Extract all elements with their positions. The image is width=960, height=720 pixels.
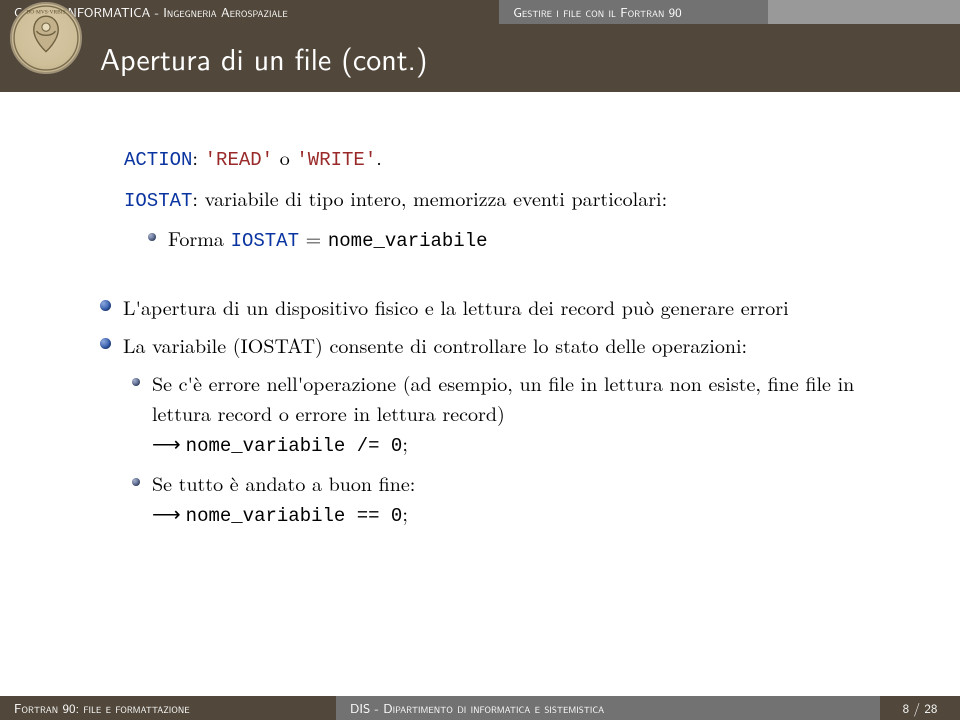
action-or: o	[273, 142, 296, 171]
bullet-icon	[148, 233, 156, 241]
bullet-icon	[100, 338, 111, 349]
bullet-2b-code: nome_variabile == 0	[186, 505, 403, 527]
bullet-2b-semi: ;	[402, 498, 408, 527]
bullet-2a-text: Se c'è errore nell'operazione (ad esempi…	[152, 368, 854, 427]
iostat-line: IOSTAT: variabile di tipo intero, memori…	[124, 183, 900, 216]
arrow-icon: ⟶	[152, 504, 186, 526]
bullet-icon	[132, 378, 140, 386]
bullet-2b-text: Se tutto è andato a buon fine:	[152, 468, 415, 497]
footer-page: 8 / 28	[880, 696, 960, 720]
navline-section: Gestire i file con il Fortran 90	[499, 0, 768, 24]
bullet-2a-body: Se c'è errore nell'operazione (ad esempi…	[152, 368, 900, 461]
footer-mid: DIS - Dipartimento di informatica e sist…	[336, 696, 880, 720]
action-colon: :	[192, 142, 204, 171]
bullet-2b-row: Se tutto è andato a buon fine: ⟶ nome_va…	[132, 468, 900, 531]
iostat-form-kw: IOSTAT	[231, 230, 299, 252]
university-seal-icon: DO·MVS·VRBIS	[10, 2, 82, 74]
bullet-2a-row: Se c'è errore nell'operazione (ad esempi…	[132, 368, 900, 461]
bullet-2a-code: nome_variabile /= 0	[186, 435, 403, 457]
footer-page-text: 8 / 28	[903, 699, 938, 718]
top-navline: Corso di INFORMATICA - Ingegneria Aerosp…	[0, 0, 960, 24]
action-keyword: ACTION	[124, 149, 192, 171]
navline-section-text: Gestire i file con il Fortran 90	[513, 3, 682, 22]
footer-left: Fortran 90: file e formattazione	[0, 696, 336, 720]
bullet-2-row: La variabile (IOSTAT) consente di contro…	[100, 330, 900, 360]
bullet-1-row: L'apertura di un dispositivo fisico e la…	[100, 292, 900, 322]
action-line: ACTION: 'READ' o 'WRITE'.	[124, 142, 900, 175]
footer-left-text: Fortran 90: file e formattazione	[14, 699, 190, 718]
arrow-icon: ⟶	[152, 434, 186, 456]
bullet-2-text: La variabile (IOSTAT) consente di contro…	[123, 330, 747, 360]
spacer	[100, 256, 900, 284]
iostat-form-pre: Forma	[168, 223, 231, 252]
svg-text:DO·MVS·VRBIS: DO·MVS·VRBIS	[26, 10, 65, 16]
slide-footer: Fortran 90: file e formattazione DIS - D…	[0, 696, 960, 720]
slide-title-bar: Apertura di un file (cont.)	[0, 24, 960, 92]
action-period: .	[376, 142, 382, 171]
bullet-1-text: L'apertura di un dispositivo fisico e la…	[123, 292, 789, 322]
iostat-form-var: nome_variabile	[328, 230, 488, 252]
action-write-str: 'WRITE'	[296, 149, 376, 171]
bullet-icon	[132, 478, 140, 486]
bullet-2b-body: Se tutto è andato a buon fine: ⟶ nome_va…	[152, 468, 415, 531]
bullet-icon	[100, 300, 111, 311]
navline-tail	[768, 0, 960, 24]
slide-title: Apertura di un file (cont.)	[100, 36, 428, 80]
action-read-str: 'READ'	[205, 149, 273, 171]
slide-body: ACTION: 'READ' o 'WRITE'. IOSTAT: variab…	[0, 92, 960, 531]
footer-mid-text: DIS - Dipartimento di informatica e sist…	[350, 699, 604, 718]
bullet-2a-semi: ;	[402, 428, 408, 457]
iostat-form-row: Forma IOSTAT = nome_variabile	[148, 223, 900, 256]
iostat-text: : variabile di tipo intero, memorizza ev…	[192, 183, 667, 212]
iostat-form-eq: =	[299, 223, 328, 252]
iostat-form-body: Forma IOSTAT = nome_variabile	[168, 223, 488, 256]
iostat-keyword: IOSTAT	[124, 190, 192, 212]
